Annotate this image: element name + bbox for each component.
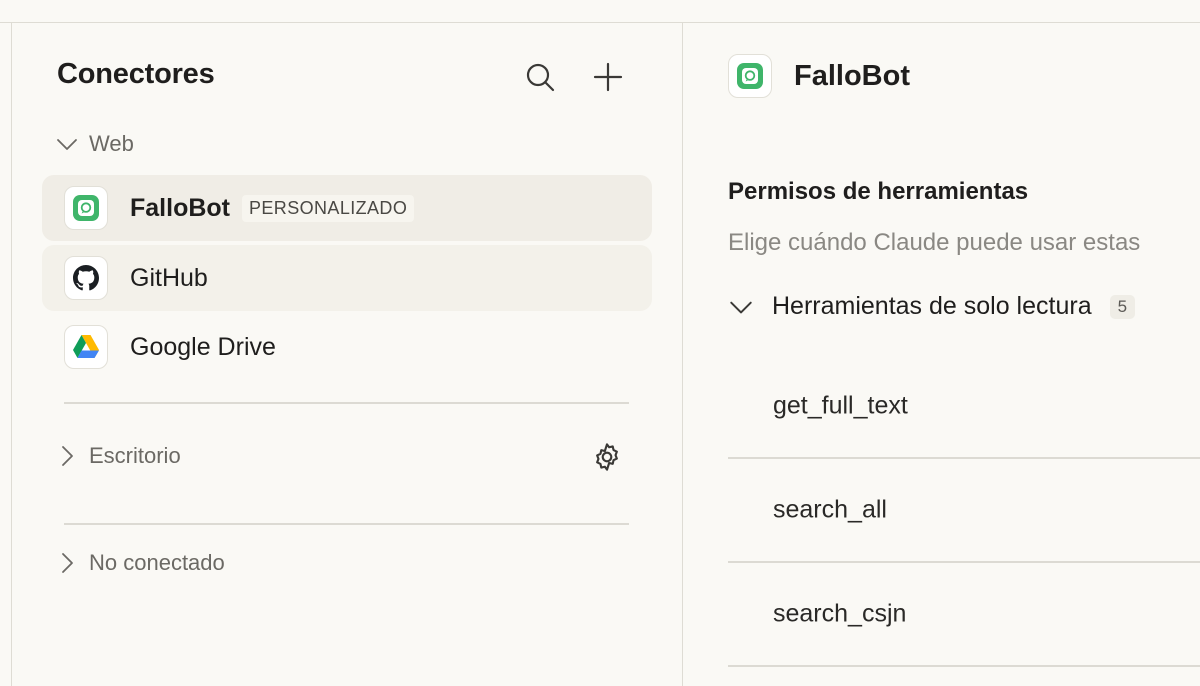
section-not-connected-toggle[interactable]: No conectado — [55, 550, 225, 576]
add-connector-button[interactable] — [588, 57, 628, 97]
detail-header: FalloBot — [728, 54, 910, 98]
google-drive-logo-icon — [73, 335, 99, 358]
connectors-window: Conectores Web FalloBot PERSONALIZADO Gi… — [0, 0, 1200, 686]
tool-divider — [728, 665, 1200, 667]
panel-divider — [682, 22, 683, 686]
fallobot-logo-icon — [737, 63, 763, 89]
tool-name: get_full_text — [773, 391, 908, 420]
section-desktop-toggle[interactable]: Escritorio — [55, 443, 630, 469]
connector-item-github[interactable]: GitHub — [42, 245, 652, 311]
chevron-right-icon — [62, 446, 73, 466]
github-logo-icon — [73, 265, 99, 291]
tool-row[interactable]: get_full_text — [728, 354, 1200, 458]
tool-row[interactable]: search_csjn — [728, 562, 1200, 666]
chevron-right-icon — [62, 553, 73, 573]
tool-name: search_csjn — [773, 599, 907, 628]
github-tile — [64, 256, 108, 300]
custom-badge: PERSONALIZADO — [242, 194, 415, 222]
tool-count-badge: 5 — [1109, 294, 1136, 319]
connector-label: GitHub — [130, 263, 208, 292]
section-web-toggle[interactable]: Web — [55, 131, 134, 157]
section-web-label: Web — [89, 131, 134, 156]
connector-label: FalloBot — [130, 193, 230, 222]
tool-name: search_all — [773, 495, 887, 524]
left-border — [11, 22, 12, 686]
panel-title: Conectores — [57, 58, 215, 90]
section-divider — [64, 523, 629, 525]
detail-title: FalloBot — [794, 59, 910, 92]
gear-icon — [596, 443, 618, 471]
connector-item-google-drive[interactable]: Google Drive — [42, 314, 652, 380]
search-icon — [526, 63, 555, 92]
fallobot-tile — [728, 54, 772, 98]
top-border — [0, 22, 1200, 23]
plus-icon — [593, 62, 623, 92]
connector-label: Google Drive — [130, 332, 276, 361]
chevron-down-icon — [730, 301, 752, 313]
permissions-description: Elige cuándo Claude puede usar estas — [728, 229, 1141, 256]
desktop-settings-button[interactable] — [587, 437, 627, 477]
group-label: Herramientas de solo lectura — [772, 292, 1092, 320]
section-desktop-label: Escritorio — [89, 443, 181, 468]
chevron-down-icon — [57, 139, 77, 150]
google-drive-tile — [64, 325, 108, 369]
fallobot-logo-icon — [73, 195, 99, 221]
connector-item-fallobot[interactable]: FalloBot PERSONALIZADO — [42, 175, 652, 241]
search-button[interactable] — [520, 57, 560, 97]
read-only-tools-toggle[interactable]: Herramientas de solo lectura 5 — [728, 292, 1136, 321]
permissions-heading: Permisos de herramientas — [728, 178, 1029, 205]
fallobot-tile — [64, 186, 108, 230]
section-divider — [64, 402, 629, 404]
tool-row[interactable]: search_all — [728, 458, 1200, 562]
section-not-connected-label: No conectado — [89, 550, 225, 575]
